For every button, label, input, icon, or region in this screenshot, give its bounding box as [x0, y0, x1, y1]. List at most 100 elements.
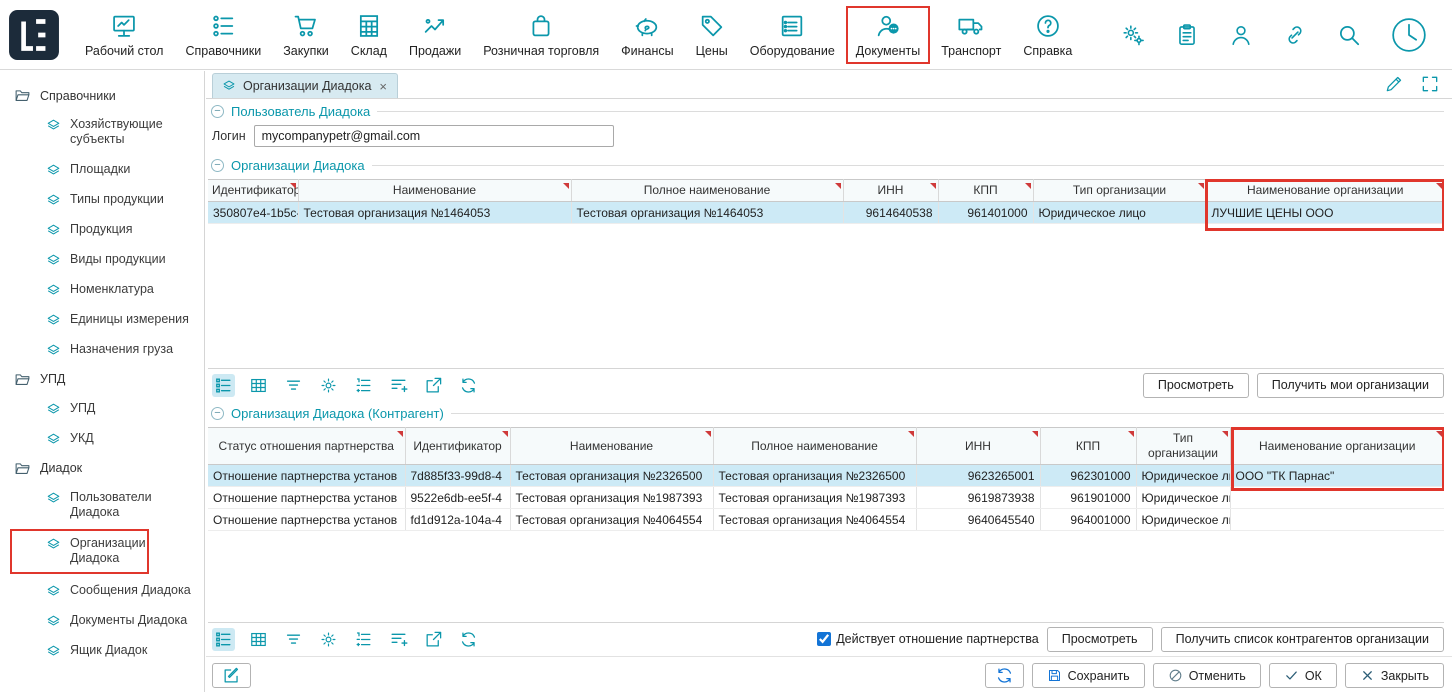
sidebar-item-diadoc-docs[interactable]: Документы Диадока: [0, 606, 204, 636]
gear-icon[interactable]: [317, 374, 340, 397]
compose-button[interactable]: [212, 663, 251, 688]
col-header-orgtype[interactable]: Тип организации: [1136, 428, 1230, 465]
cell-orgtype[interactable]: Юридическое ли: [1136, 509, 1230, 531]
menu-transport[interactable]: Транспорт: [930, 6, 1012, 64]
menu-retail[interactable]: Розничная торговля: [472, 6, 610, 64]
cell-name[interactable]: Тестовая организация №1464053: [298, 202, 571, 224]
partnership-active-checkbox[interactable]: [817, 632, 831, 646]
menu-purchases[interactable]: Закупки: [272, 6, 340, 64]
login-input[interactable]: [254, 125, 614, 147]
cell-name[interactable]: Тестовая организация №4064554: [510, 509, 713, 531]
app-logo-icon[interactable]: [8, 9, 60, 61]
menu-finance[interactable]: Финансы: [610, 6, 684, 64]
view-button[interactable]: Просмотреть: [1143, 373, 1249, 398]
cell-fullname[interactable]: Тестовая организация №1464053: [571, 202, 843, 224]
sidebar-item-diadoc-messages[interactable]: Сообщения Диадока: [0, 576, 204, 606]
cell-status[interactable]: Отношение партнерства установ: [208, 487, 405, 509]
sidebar-group-upd[interactable]: УПД: [0, 365, 204, 394]
sidebar-item-units[interactable]: Единицы измерения: [0, 305, 204, 335]
tab-diadoc-organizations[interactable]: Организации Диадока ×: [212, 73, 398, 98]
cell-name[interactable]: Тестовая организация №1987393: [510, 487, 713, 509]
open-external-icon[interactable]: [422, 374, 445, 397]
filter-plus-icon[interactable]: [387, 628, 410, 651]
menu-equipment[interactable]: Оборудование: [739, 6, 846, 64]
numbered-list-icon[interactable]: [352, 374, 375, 397]
cell-fullname[interactable]: Тестовая организация №4064554: [713, 509, 916, 531]
table-row[interactable]: Отношение партнерства установ fd1d912a-1…: [208, 509, 1444, 531]
sidebar-item-ukd[interactable]: УКД: [0, 424, 204, 454]
cell-inn[interactable]: 9619873938: [916, 487, 1040, 509]
sidebar-item-cargo-purposes[interactable]: Назначения груза: [0, 335, 204, 365]
tab-close-icon[interactable]: ×: [378, 80, 388, 93]
col-header-partnership-status[interactable]: Статус отношения партнерства: [208, 428, 405, 465]
sidebar-group-references[interactable]: Справочники: [0, 81, 204, 110]
col-header-kpp[interactable]: КПП: [1040, 428, 1136, 465]
table-row[interactable]: 350807e4-1b5c-44ff- Тестовая организация…: [208, 202, 1444, 224]
cell-orgname[interactable]: [1230, 509, 1444, 531]
cell-name[interactable]: Тестовая организация №2326500: [510, 465, 713, 487]
list-view-icon[interactable]: [212, 628, 235, 651]
reload-icon[interactable]: [457, 374, 480, 397]
clock-icon[interactable]: [1390, 16, 1428, 54]
cell-id[interactable]: fd1d912a-104a-4: [405, 509, 510, 531]
cell-inn[interactable]: 9640645540: [916, 509, 1040, 531]
collapse-icon[interactable]: −: [211, 159, 224, 172]
cell-id[interactable]: 350807e4-1b5c-44ff-: [208, 202, 298, 224]
get-my-organizations-button[interactable]: Получить мои организации: [1257, 373, 1444, 398]
cell-inn[interactable]: 9623265001: [916, 465, 1040, 487]
ok-button[interactable]: ОК: [1269, 663, 1337, 688]
cell-orgname[interactable]: ООО "ТК Парнас": [1230, 465, 1444, 487]
sort-lines-icon[interactable]: [282, 628, 305, 651]
refresh-button[interactable]: [985, 663, 1024, 688]
link-icon[interactable]: [1282, 22, 1308, 48]
col-header-id[interactable]: Идентификатор: [208, 180, 298, 202]
sidebar-item-diadoc-orgs[interactable]: Организации Диадока: [10, 529, 149, 574]
cell-kpp[interactable]: 964001000: [1040, 509, 1136, 531]
clipboard-icon[interactable]: [1174, 22, 1200, 48]
sidebar-item-product-kinds[interactable]: Виды продукции: [0, 245, 204, 275]
cancel-button[interactable]: Отменить: [1153, 663, 1261, 688]
sidebar-item-diadoc-users[interactable]: Пользователи Диадока: [0, 483, 204, 528]
col-header-kpp[interactable]: КПП: [938, 180, 1033, 202]
sort-lines-icon[interactable]: [282, 374, 305, 397]
cell-orgtype[interactable]: Юридическое лицо: [1033, 202, 1206, 224]
user-icon[interactable]: [1228, 22, 1254, 48]
reload-icon[interactable]: [457, 628, 480, 651]
menu-documents[interactable]: Документы: [846, 6, 930, 64]
list-view-icon[interactable]: [212, 374, 235, 397]
save-button[interactable]: Сохранить: [1032, 663, 1145, 688]
col-header-orgname[interactable]: Наименование организации: [1206, 180, 1444, 202]
gear-icon[interactable]: [317, 628, 340, 651]
grid-view-icon[interactable]: [247, 628, 270, 651]
col-header-inn[interactable]: ИНН: [843, 180, 938, 202]
close-button[interactable]: Закрыть: [1345, 663, 1444, 688]
menu-desktop[interactable]: Рабочий стол: [74, 6, 174, 64]
cell-kpp[interactable]: 961901000: [1040, 487, 1136, 509]
cell-inn[interactable]: 9614640538: [843, 202, 938, 224]
menu-prices[interactable]: Цены: [685, 6, 739, 64]
expand-icon[interactable]: [1420, 74, 1440, 94]
grid-view-icon[interactable]: [247, 374, 270, 397]
cell-id[interactable]: 9522e6db-ee5f-4: [405, 487, 510, 509]
open-external-icon[interactable]: [422, 628, 445, 651]
cell-orgname[interactable]: [1230, 487, 1444, 509]
sidebar-item-products[interactable]: Продукция: [0, 215, 204, 245]
numbered-list-icon[interactable]: [352, 628, 375, 651]
sidebar-item-sites[interactable]: Площадки: [0, 155, 204, 185]
menu-references[interactable]: Справочники: [174, 6, 272, 64]
cell-status[interactable]: Отношение партнерства установ: [208, 509, 405, 531]
col-header-fullname[interactable]: Полное наименование: [713, 428, 916, 465]
cell-kpp[interactable]: 961401000: [938, 202, 1033, 224]
get-counterparties-button[interactable]: Получить список контрагентов организации: [1161, 627, 1444, 652]
sidebar-group-diadoc[interactable]: Диадок: [0, 454, 204, 483]
menu-sales[interactable]: Продажи: [398, 6, 472, 64]
col-header-fullname[interactable]: Полное наименование: [571, 180, 843, 202]
filter-plus-icon[interactable]: [387, 374, 410, 397]
col-header-name[interactable]: Наименование: [510, 428, 713, 465]
col-header-inn[interactable]: ИНН: [916, 428, 1040, 465]
sidebar-item-diadoc-box[interactable]: Ящик Диадок: [0, 636, 204, 666]
sidebar-item-entities[interactable]: Хозяйствующие субъекты: [0, 110, 204, 155]
cell-orgtype[interactable]: Юридическое ли: [1136, 487, 1230, 509]
sidebar-item-upd[interactable]: УПД: [0, 394, 204, 424]
cell-orgtype[interactable]: Юридическое ли: [1136, 465, 1230, 487]
